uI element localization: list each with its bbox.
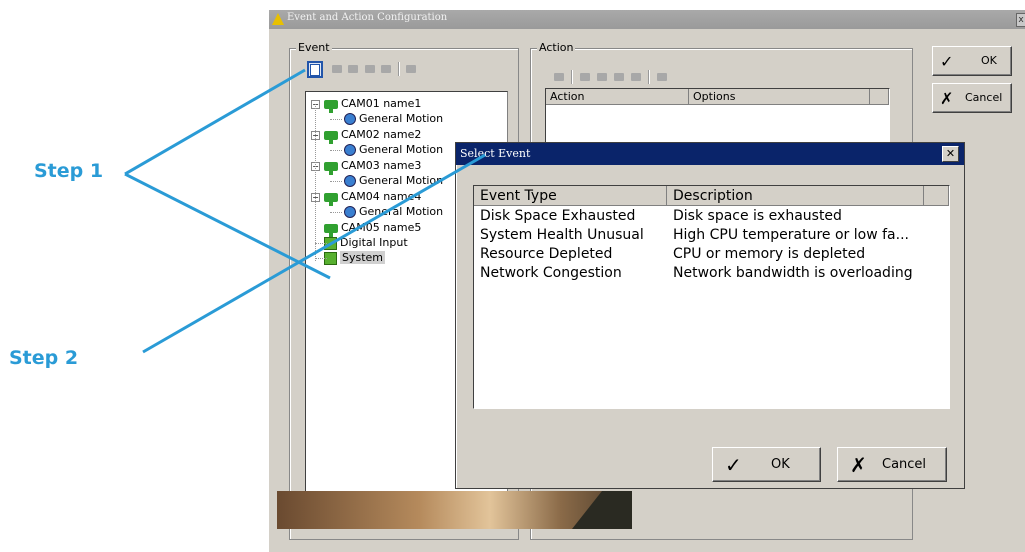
annotation-lines bbox=[124, 68, 486, 354]
step2-line-to-dialog bbox=[142, 153, 486, 354]
step1-line-to-new-button bbox=[124, 68, 306, 176]
